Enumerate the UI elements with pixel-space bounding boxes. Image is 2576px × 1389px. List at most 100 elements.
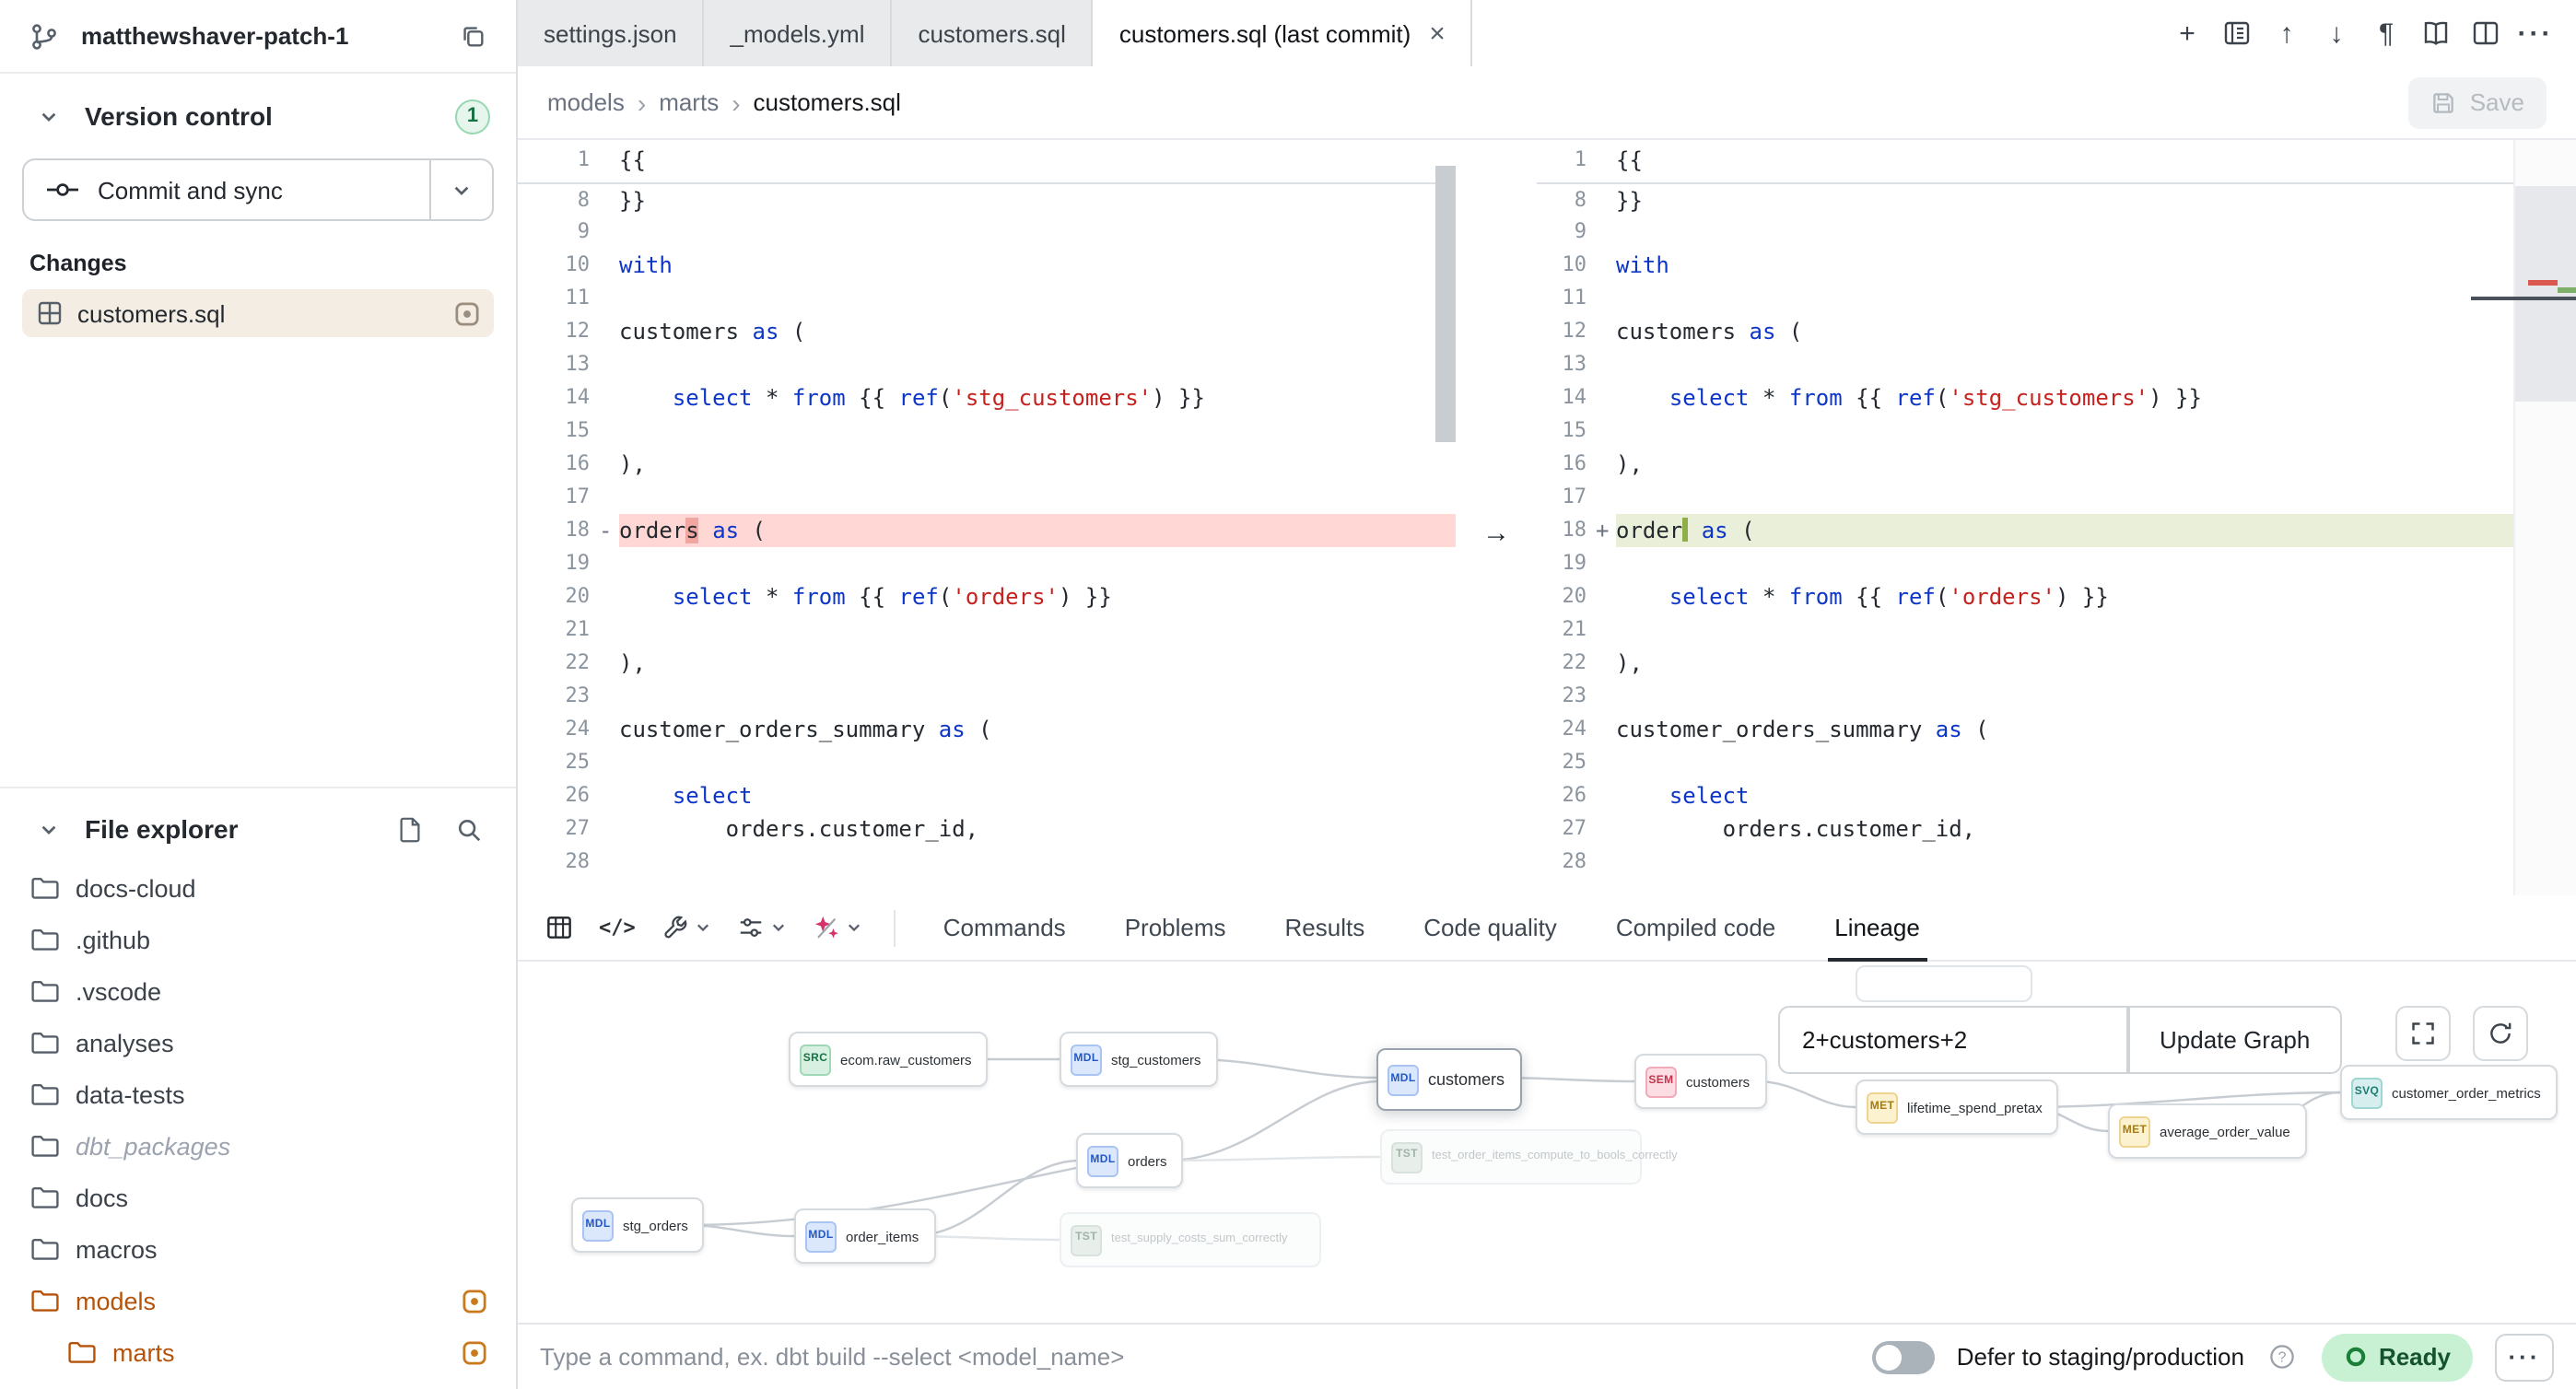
lineage-canvas[interactable]: SRCecom.raw_customers MDLstg_customers MDL… [518, 962, 2576, 1323]
results-table-icon[interactable] [533, 902, 586, 953]
move-up-icon[interactable]: ↑ [2265, 11, 2309, 55]
explorer-folder-github[interactable]: .github [18, 914, 498, 965]
code-line-14[interactable]: 14 select * from {{ ref('stg_customers')… [1537, 381, 2513, 414]
code-line-27[interactable]: 27 orders.customer_id, [518, 812, 1456, 846]
move-down-icon[interactable]: ↓ [2314, 11, 2359, 55]
code-line-10[interactable]: 10with [518, 249, 1456, 282]
ai-fix-sparkle-icon[interactable] [800, 902, 875, 953]
code-line-22[interactable]: 22), [518, 647, 1456, 680]
panel-tab-commands[interactable]: Commands [914, 894, 1095, 961]
code-line-11[interactable]: 11 [518, 282, 1456, 315]
docs-book-icon[interactable] [2414, 11, 2458, 55]
lint-icon[interactable] [724, 902, 800, 953]
code-line-8[interactable]: 8}} [518, 182, 1456, 216]
panel-tab-lineage[interactable]: Lineage [1805, 894, 1950, 961]
code-line-11[interactable]: 11 [1537, 282, 2513, 315]
explorer-folder-vscode[interactable]: .vscode [18, 965, 498, 1017]
lineage-node-lifetime-spend-pretax[interactable]: METlifetime_spend_pretax [1856, 1080, 2059, 1135]
code-line-19[interactable]: 19 [1537, 547, 2513, 580]
commit-options-button[interactable] [429, 160, 492, 219]
panel-tab-problems[interactable]: Problems [1095, 894, 1256, 961]
panel-tab-compiled-code[interactable]: Compiled code [1587, 894, 1805, 961]
code-line-15[interactable]: 15 [518, 414, 1456, 448]
code-line-25[interactable]: 25 [1537, 746, 2513, 779]
lineage-node-test-order-items[interactable]: TSTtest_order_items_compute_to_bools_cor… [1380, 1129, 1642, 1185]
tab-customers-sql[interactable]: customers.sql [892, 0, 1093, 66]
code-icon[interactable]: </> [586, 902, 649, 953]
diff-pane-modified[interactable]: 1{{8}}910with1112customers as (1314 sele… [1537, 140, 2513, 895]
status-more-button[interactable]: ··· [2495, 1333, 2554, 1381]
code-line-18[interactable]: 18-orders as ( [518, 514, 1456, 547]
panel-tab-code-quality[interactable]: Code quality [1394, 894, 1587, 961]
code-line-8[interactable]: 8}} [1537, 182, 2513, 216]
editor-layout-icon[interactable] [2215, 11, 2259, 55]
add-tab-icon[interactable]: + [2165, 11, 2209, 55]
lineage-node-ecom-raw-customers[interactable]: SRCecom.raw_customers [789, 1032, 989, 1087]
code-line-1[interactable]: 1{{ [1537, 144, 2513, 177]
code-line-28[interactable]: 28 [1537, 846, 2513, 879]
code-line-21[interactable]: 21 [518, 613, 1456, 647]
code-line-23[interactable]: 23 [1537, 680, 2513, 713]
explorer-folder-models[interactable]: models [18, 1275, 498, 1326]
diff-pane-original[interactable]: 1{{ 8}}910with1112customers as (1314 sele… [518, 140, 1456, 895]
tab-settings-json[interactable]: settings.json [518, 0, 705, 66]
code-line-24[interactable]: 24customer_orders_summary as ( [1537, 713, 2513, 746]
lineage-node-orders[interactable]: MDLorders [1076, 1133, 1184, 1188]
copy-branch-icon[interactable] [450, 14, 494, 58]
explorer-folder-marts[interactable]: marts [18, 1326, 498, 1378]
commit-and-sync-button[interactable]: Commit and sync [24, 160, 429, 219]
update-graph-button[interactable]: Update Graph [2128, 1006, 2341, 1074]
lineage-node-customer-order-metrics[interactable]: SVQcustomer_order_metrics [2340, 1065, 2558, 1120]
lineage-node-stg-customers[interactable]: MDLstg_customers [1060, 1032, 1218, 1087]
fullscreen-button[interactable] [2395, 1006, 2451, 1061]
tab-customers-sql-last-commit[interactable]: customers.sql (last commit)× [1094, 0, 1473, 66]
code-line-20[interactable]: 20 select * from {{ ref('orders') }} [1537, 580, 2513, 613]
save-button[interactable]: Save [2409, 76, 2547, 128]
code-line-23[interactable]: 23 [518, 680, 1456, 713]
code-line-14[interactable]: 14 select * from {{ ref('stg_customers')… [518, 381, 1456, 414]
new-file-icon[interactable] [387, 807, 431, 851]
version-control-header[interactable]: Version control 1 [18, 88, 498, 144]
lineage-node-order-items[interactable]: MDLorder_items [794, 1208, 935, 1264]
file-explorer-header[interactable]: File explorer [18, 803, 498, 855]
command-input[interactable]: Type a command, ex. dbt build --select <… [540, 1343, 1850, 1371]
breadcrumb-models[interactable]: models [547, 88, 625, 116]
search-icon[interactable] [446, 807, 490, 851]
formatting-marks-icon[interactable]: ¶ [2364, 11, 2408, 55]
scrollbar-thumb[interactable] [1435, 166, 1456, 442]
lineage-node-customers-semantic[interactable]: SEMcustomers [1634, 1054, 1766, 1109]
explorer-folder-analyses[interactable]: analyses [18, 1017, 498, 1068]
build-tools-icon[interactable] [649, 902, 724, 953]
lineage-node-average-order-value[interactable]: METaverage_order_value [2108, 1103, 2307, 1159]
graph-selector-input[interactable]: 2+customers+2 [1778, 1006, 2128, 1074]
explorer-folder-data-tests[interactable]: data-tests [18, 1068, 498, 1120]
code-line-19[interactable]: 19 [518, 547, 1456, 580]
code-line-27[interactable]: 27 orders.customer_id, [1537, 812, 2513, 846]
code-line-22[interactable]: 22), [1537, 647, 2513, 680]
code-line-28[interactable]: 28 [518, 846, 1456, 879]
code-line-13[interactable]: 13 [518, 348, 1456, 381]
code-line-26[interactable]: 26 select [1537, 779, 2513, 812]
code-line-13[interactable]: 13 [1537, 348, 2513, 381]
explorer-folder-docs-cloud[interactable]: docs-cloud [18, 862, 498, 914]
code-line-12[interactable]: 12customers as ( [518, 315, 1456, 348]
tab-models-yml[interactable]: _models.yml [705, 0, 893, 66]
defer-toggle[interactable] [1872, 1340, 1935, 1373]
code-line-24[interactable]: 24customer_orders_summary as ( [518, 713, 1456, 746]
explorer-folder-macros[interactable]: macros [18, 1223, 498, 1275]
split-editor-icon[interactable] [2464, 11, 2508, 55]
code-line-12[interactable]: 12customers as ( [1537, 315, 2513, 348]
code-line-17[interactable]: 17 [518, 481, 1456, 514]
code-line-17[interactable]: 17 [1537, 481, 2513, 514]
minimap[interactable] [2513, 140, 2576, 895]
code-line-26[interactable]: 26 select [518, 779, 1456, 812]
tab-close-icon[interactable]: × [1429, 18, 1446, 49]
code-line-10[interactable]: 10with [1537, 249, 2513, 282]
explorer-folder-docs[interactable]: docs [18, 1172, 498, 1223]
lineage-node-customers-model[interactable]: MDLcustomers [1376, 1048, 1521, 1111]
code-line-1[interactable]: 1{{ [518, 144, 1456, 177]
code-line-9[interactable]: 9 [518, 216, 1456, 249]
code-line-15[interactable]: 15 [1537, 414, 2513, 448]
status-badge[interactable]: Ready [2322, 1333, 2473, 1381]
code-line-25[interactable]: 25 [518, 746, 1456, 779]
